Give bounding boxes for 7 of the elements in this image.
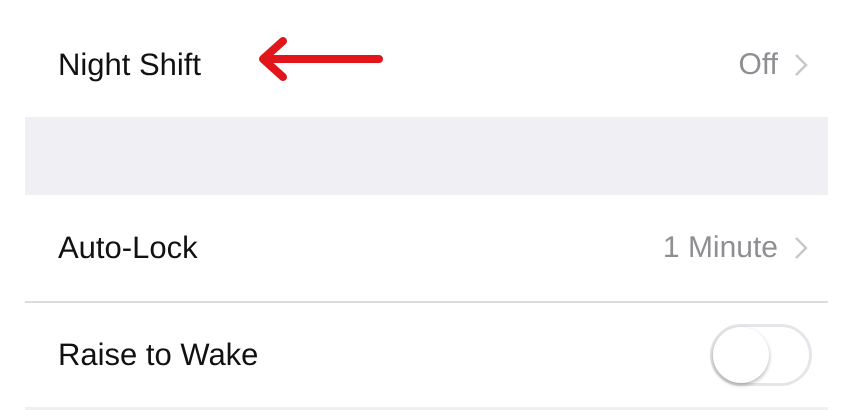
chevron-icon <box>794 236 808 260</box>
setting-label: Night Shift <box>58 46 202 82</box>
chevron-icon <box>794 52 808 76</box>
setting-label: Raise to Wake <box>58 337 258 373</box>
setting-value: 1 Minute <box>662 231 778 265</box>
setting-value: Off <box>738 48 778 82</box>
setting-label: Auto-Lock <box>58 230 198 266</box>
